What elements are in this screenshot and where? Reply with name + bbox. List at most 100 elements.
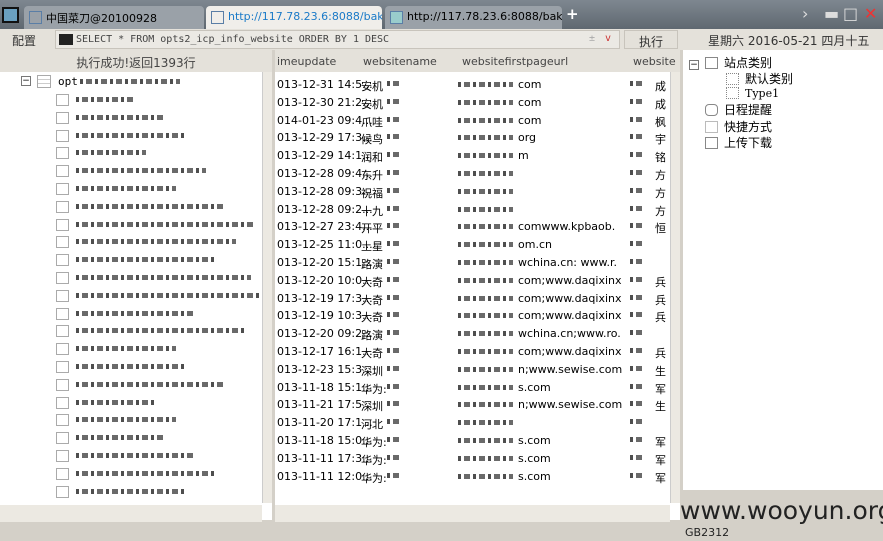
table-row[interactable]: 013-12-20 09:2... 路演 wchina.cn;www.ro.	[275, 325, 670, 343]
column-tree-item[interactable]	[0, 429, 262, 447]
grid-horizontal-scrollbar[interactable]	[275, 505, 670, 522]
tree-root[interactable]: − opt	[0, 73, 262, 91]
table-row[interactable]: 014-01-23 09:4... 爪哇 com 枫	[275, 112, 670, 130]
cell-website: 兵	[655, 311, 666, 325]
table-row[interactable]: 013-12-31 14:5... 安机 com 成	[275, 76, 670, 94]
table-row[interactable]: 013-12-28 09:4... 东升 方	[275, 165, 670, 183]
table-row[interactable]: 013-12-30 21:2... 安机 com 成	[275, 94, 670, 112]
column-tree-item[interactable]	[0, 144, 262, 162]
column-tree-item[interactable]	[0, 180, 262, 198]
column-tree-item[interactable]	[0, 305, 262, 323]
cell-websiteurl: com;www.daqixinx	[518, 345, 622, 358]
redacted-text	[630, 312, 644, 318]
table-row[interactable]: 013-11-11 17:3... 华为: s.com 军	[275, 450, 670, 468]
redacted-text	[458, 331, 513, 337]
dropdown-icon[interactable]: v	[605, 33, 611, 44]
column-header[interactable]: website	[633, 55, 676, 68]
minimize-button[interactable]: ▬	[824, 4, 839, 23]
column-tree-item[interactable]	[0, 376, 262, 394]
grid-vertical-scrollbar[interactable]	[670, 72, 680, 503]
table-row[interactable]: 013-12-17 16:1... 大奇 com;www.daqixinx 兵	[275, 343, 670, 361]
cell-websitename: 深圳	[361, 364, 383, 378]
tree-schedule[interactable]: 日程提醒	[705, 101, 772, 118]
table-row[interactable]: 013-12-29 17:3... 候鸟 org 宇	[275, 129, 670, 147]
tree-horizontal-scrollbar[interactable]	[0, 505, 262, 522]
cell-website: 生	[655, 400, 666, 414]
column-header[interactable]: websitename	[363, 55, 437, 68]
cell-websitename: 路演	[361, 258, 383, 271]
cell-updatetime: 013-12-20 10:0...	[277, 273, 373, 287]
table-row[interactable]: 013-11-20 17:1... 河北	[275, 414, 670, 432]
app-icon[interactable]	[2, 7, 19, 23]
redacted-text	[387, 419, 401, 425]
column-tree-item[interactable]	[0, 198, 262, 216]
config-button[interactable]: 配置	[12, 32, 36, 49]
collapse-icon[interactable]: −	[21, 76, 31, 86]
column-tree-item[interactable]	[0, 216, 262, 234]
chevron-right-icon[interactable]: ›	[802, 4, 808, 23]
table-row[interactable]: 013-12-20 10:0... 大奇 com;www.daqixinx 兵	[275, 272, 670, 290]
tree-site-category[interactable]: − 站点类别	[689, 54, 772, 71]
column-tree-item[interactable]	[0, 91, 262, 109]
redacted-text	[630, 348, 644, 353]
table-row[interactable]: 013-12-23 15:3... 深圳 n;www.sewise.com 生	[275, 361, 670, 379]
table-row[interactable]: 013-12-27 23:4... 开平 comwww.kpbaob. 恒	[275, 218, 670, 236]
redacted-text	[387, 81, 401, 86]
collapse-icon[interactable]: −	[689, 60, 699, 70]
column-tree-item[interactable]	[0, 162, 262, 180]
table-row[interactable]: 013-11-11 12:0... 华为: s.com 军	[275, 468, 670, 486]
column-tree-item[interactable]	[0, 447, 262, 465]
column-tree-item[interactable]	[0, 287, 266, 305]
tab-caidao[interactable]: 中国菜刀@20100928	[24, 6, 204, 29]
column-tree-item[interactable]	[0, 322, 262, 340]
column-icon	[56, 111, 69, 124]
table-row[interactable]: 013-12-19 17:3... 大奇 com;www.daqixinx 兵	[275, 290, 670, 308]
redacted-text	[387, 472, 401, 478]
column-tree-item[interactable]	[0, 269, 262, 287]
table-row[interactable]: 013-12-29 14:1... 润和 m 铭	[275, 147, 670, 165]
table-row[interactable]: 013-11-18 15:1... 华为: s.com 军	[275, 379, 670, 397]
column-tree-item[interactable]	[0, 483, 262, 501]
table-row[interactable]: 013-12-19 10:3... 大奇 com;www.daqixinx 兵	[275, 307, 670, 325]
redacted-text	[76, 310, 196, 316]
column-tree-item[interactable]	[0, 411, 262, 429]
cell-website: 方	[655, 169, 666, 182]
redacted-text	[387, 205, 401, 211]
close-button[interactable]: ✕	[864, 4, 877, 23]
column-tree-item[interactable]	[0, 340, 262, 358]
plus-minus-icon[interactable]: ±	[589, 33, 595, 44]
table-row[interactable]: 013-12-28 09:3... 祝福 方	[275, 183, 670, 201]
tree-default-category[interactable]: 默认类别	[726, 70, 793, 87]
cell-updatetime: 013-12-28 09:3...	[277, 184, 373, 198]
column-tree-item[interactable]	[0, 109, 262, 127]
table-row[interactable]: 013-11-21 17:5... 深圳 n;www.sewise.com 生	[275, 396, 670, 414]
column-tree-item[interactable]	[0, 127, 262, 145]
table-row[interactable]: 013-12-20 15:1... 路演 wchina.cn: www.r.	[275, 254, 670, 272]
sql-input[interactable]: SELECT * FROM opts2_icp_info_website ORD…	[55, 30, 620, 49]
execute-button[interactable]: 执行	[624, 30, 678, 49]
redacted-text	[458, 260, 513, 265]
column-tree-item[interactable]	[0, 358, 262, 376]
column-header[interactable]: imeupdate	[277, 55, 336, 68]
tab-file[interactable]: http://117.78.23.6:8088/bak....	[385, 6, 562, 29]
redacted-text	[76, 488, 186, 494]
redacted-text	[458, 171, 513, 176]
column-tree-item[interactable]	[0, 233, 262, 251]
column-tree-item[interactable]	[0, 394, 262, 412]
table-row[interactable]: 013-12-28 09:2... 十九 方	[275, 201, 670, 219]
column-header[interactable]: websitefirstpageurl	[462, 55, 568, 68]
tree-vertical-scrollbar[interactable]	[262, 72, 272, 503]
column-tree-item[interactable]	[0, 251, 262, 269]
tree-type1[interactable]: Type1	[726, 87, 779, 100]
table-row[interactable]: 013-11-18 15:0... 华为: s.com 军	[275, 432, 670, 450]
redacted-text	[458, 473, 513, 479]
redacted-text	[76, 114, 166, 120]
tree-upload-download[interactable]: 上传下载	[705, 134, 772, 151]
tree-shortcuts[interactable]: 快捷方式	[705, 118, 772, 135]
column-tree-item[interactable]	[0, 465, 262, 483]
maximize-button[interactable]: □	[843, 4, 858, 23]
table-row[interactable]: 013-12-25 11:0... 土星 om.cn	[275, 236, 670, 254]
new-tab-button[interactable]: +	[566, 5, 579, 23]
watermark: www.wooyun.org	[680, 496, 883, 525]
tab-database-active[interactable]: http://117.78.23.6:8088/bak....	[206, 6, 382, 29]
